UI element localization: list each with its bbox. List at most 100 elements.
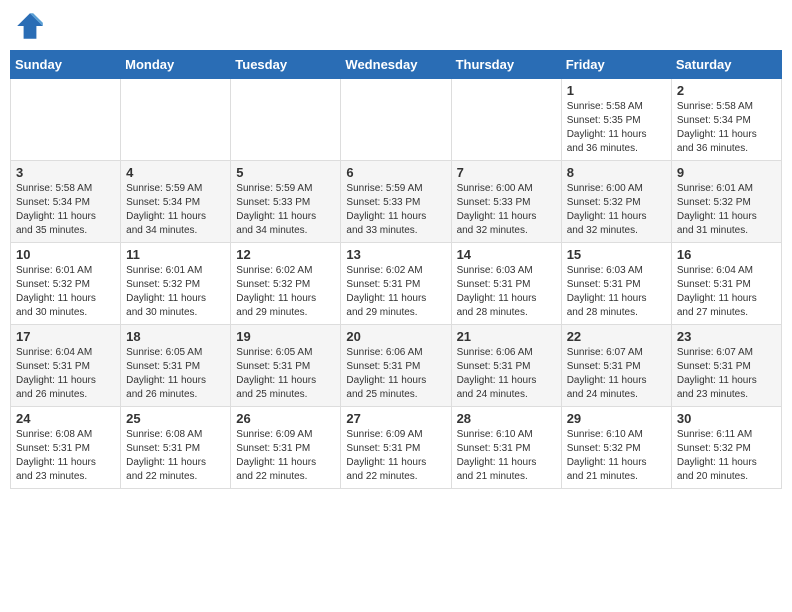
calendar-cell: 9 Sunrise: 6:01 AM Sunset: 5:32 PM Daylig… (671, 161, 781, 243)
calendar-cell: 30 Sunrise: 6:11 AM Sunset: 5:32 PM Dayli… (671, 407, 781, 489)
day-info: Sunrise: 6:01 AM Sunset: 5:32 PM Dayligh… (16, 264, 115, 320)
day-info: Sunrise: 5:58 AM Sunset: 5:34 PM Dayligh… (677, 100, 776, 156)
calendar-cell: 16Sunrise: 6:04 AM Sunset: 5:31 PM Dayli… (671, 243, 781, 325)
calendar-week-row: 10Sunrise: 6:01 AM Sunset: 5:32 PM Dayli… (11, 243, 782, 325)
day-number: 6 (346, 165, 445, 180)
day-number: 16 (677, 247, 776, 262)
weekday-header: Monday (121, 51, 231, 79)
day-info: Sunrise: 6:05 AM Sunset: 5:31 PM Dayligh… (236, 346, 335, 402)
calendar-table: SundayMondayTuesdayWednesdayThursdayFrid… (10, 50, 782, 489)
day-info: Sunrise: 6:07 AM Sunset: 5:31 PM Dayligh… (567, 346, 666, 402)
calendar-cell: 11 Sunrise: 6:01 AM Sunset: 5:32 PM Dayli… (121, 243, 231, 325)
calendar-cell: 21Sunrise: 6:06 AM Sunset: 5:31 PM Dayli… (451, 325, 561, 407)
day-info: Sunrise: 6:10 AM Sunset: 5:31 PM Dayligh… (457, 428, 556, 484)
weekday-header: Saturday (671, 51, 781, 79)
day-info: Sunrise: 6:05 AM Sunset: 5:31 PM Dayligh… (126, 346, 225, 402)
day-info: Sunrise: 5:58 AM Sunset: 5:35 PM Dayligh… (567, 100, 666, 156)
day-number: 29 (567, 411, 666, 426)
calendar-cell: 7Sunrise: 6:00 AM Sunset: 5:33 PM Daylig… (451, 161, 561, 243)
logo (14, 10, 50, 42)
day-info: Sunrise: 5:59 AM Sunset: 5:33 PM Dayligh… (346, 182, 445, 238)
calendar-week-row: 3 Sunrise: 5:58 AM Sunset: 5:34 PM Daylig… (11, 161, 782, 243)
day-number: 30 (677, 411, 776, 426)
weekday-header: Thursday (451, 51, 561, 79)
calendar-cell: 24Sunrise: 6:08 AM Sunset: 5:31 PM Dayli… (11, 407, 121, 489)
day-number: 25 (126, 411, 225, 426)
calendar-header-row: SundayMondayTuesdayWednesdayThursdayFrid… (11, 51, 782, 79)
day-number: 15 (567, 247, 666, 262)
calendar-week-row: 17 Sunrise: 6:04 AM Sunset: 5:31 PM Dayli… (11, 325, 782, 407)
day-info: Sunrise: 6:08 AM Sunset: 5:31 PM Dayligh… (126, 428, 225, 484)
logo-icon (14, 10, 46, 42)
day-number: 14 (457, 247, 556, 262)
day-number: 19 (236, 329, 335, 344)
calendar-cell: 14 Sunrise: 6:03 AM Sunset: 5:31 PM Dayli… (451, 243, 561, 325)
day-number: 13 (346, 247, 445, 262)
day-number: 4 (126, 165, 225, 180)
day-number: 20 (346, 329, 445, 344)
day-number: 3 (16, 165, 115, 180)
day-info: Sunrise: 6:04 AM Sunset: 5:31 PM Dayligh… (16, 346, 115, 402)
day-info: Sunrise: 6:00 AM Sunset: 5:32 PM Dayligh… (567, 182, 666, 238)
day-info: Sunrise: 6:10 AM Sunset: 5:32 PM Dayligh… (567, 428, 666, 484)
day-number: 24 (16, 411, 115, 426)
calendar-cell: 13 Sunrise: 6:02 AM Sunset: 5:31 PM Dayli… (341, 243, 451, 325)
day-info: Sunrise: 6:01 AM Sunset: 5:32 PM Dayligh… (126, 264, 225, 320)
day-number: 27 (346, 411, 445, 426)
calendar-cell: 28 Sunrise: 6:10 AM Sunset: 5:31 PM Dayli… (451, 407, 561, 489)
calendar-cell: 1 Sunrise: 5:58 AM Sunset: 5:35 PM Daylig… (561, 79, 671, 161)
calendar-cell (451, 79, 561, 161)
calendar-cell: 26 Sunrise: 6:09 AM Sunset: 5:31 PM Dayli… (231, 407, 341, 489)
calendar-cell: 18 Sunrise: 6:05 AM Sunset: 5:31 PM Dayli… (121, 325, 231, 407)
calendar-cell (121, 79, 231, 161)
day-number: 1 (567, 83, 666, 98)
day-info: Sunrise: 6:03 AM Sunset: 5:31 PM Dayligh… (457, 264, 556, 320)
calendar-cell: 29 Sunrise: 6:10 AM Sunset: 5:32 PM Dayli… (561, 407, 671, 489)
calendar-cell: 17 Sunrise: 6:04 AM Sunset: 5:31 PM Dayli… (11, 325, 121, 407)
calendar-cell: 22 Sunrise: 6:07 AM Sunset: 5:31 PM Dayli… (561, 325, 671, 407)
day-number: 22 (567, 329, 666, 344)
weekday-header: Sunday (11, 51, 121, 79)
day-info: Sunrise: 6:06 AM Sunset: 5:31 PM Dayligh… (346, 346, 445, 402)
calendar-cell: 23 Sunrise: 6:07 AM Sunset: 5:31 PM Dayli… (671, 325, 781, 407)
calendar-cell: 2 Sunrise: 5:58 AM Sunset: 5:34 PM Daylig… (671, 79, 781, 161)
day-info: Sunrise: 6:09 AM Sunset: 5:31 PM Dayligh… (346, 428, 445, 484)
day-info: Sunrise: 6:02 AM Sunset: 5:32 PM Dayligh… (236, 264, 335, 320)
day-number: 18 (126, 329, 225, 344)
day-number: 9 (677, 165, 776, 180)
day-info: Sunrise: 6:07 AM Sunset: 5:31 PM Dayligh… (677, 346, 776, 402)
day-number: 17 (16, 329, 115, 344)
calendar-cell: 10Sunrise: 6:01 AM Sunset: 5:32 PM Dayli… (11, 243, 121, 325)
calendar-cell: 20 Sunrise: 6:06 AM Sunset: 5:31 PM Dayli… (341, 325, 451, 407)
calendar-cell: 8 Sunrise: 6:00 AM Sunset: 5:32 PM Daylig… (561, 161, 671, 243)
day-number: 8 (567, 165, 666, 180)
calendar-cell: 3 Sunrise: 5:58 AM Sunset: 5:34 PM Daylig… (11, 161, 121, 243)
day-info: Sunrise: 5:58 AM Sunset: 5:34 PM Dayligh… (16, 182, 115, 238)
day-info: Sunrise: 6:03 AM Sunset: 5:31 PM Dayligh… (567, 264, 666, 320)
calendar-cell: 4 Sunrise: 5:59 AM Sunset: 5:34 PM Daylig… (121, 161, 231, 243)
weekday-header: Wednesday (341, 51, 451, 79)
calendar-cell: 19 Sunrise: 6:05 AM Sunset: 5:31 PM Dayli… (231, 325, 341, 407)
day-info: Sunrise: 6:11 AM Sunset: 5:32 PM Dayligh… (677, 428, 776, 484)
calendar-cell: 25 Sunrise: 6:08 AM Sunset: 5:31 PM Dayli… (121, 407, 231, 489)
day-info: Sunrise: 6:02 AM Sunset: 5:31 PM Dayligh… (346, 264, 445, 320)
calendar-week-row: 1 Sunrise: 5:58 AM Sunset: 5:35 PM Daylig… (11, 79, 782, 161)
day-number: 23 (677, 329, 776, 344)
day-number: 7 (457, 165, 556, 180)
day-number: 26 (236, 411, 335, 426)
day-number: 21 (457, 329, 556, 344)
day-number: 2 (677, 83, 776, 98)
day-number: 12 (236, 247, 335, 262)
page-header (10, 10, 782, 42)
day-info: Sunrise: 5:59 AM Sunset: 5:34 PM Dayligh… (126, 182, 225, 238)
calendar-cell: 27 Sunrise: 6:09 AM Sunset: 5:31 PM Dayli… (341, 407, 451, 489)
day-number: 28 (457, 411, 556, 426)
day-info: Sunrise: 6:01 AM Sunset: 5:32 PM Dayligh… (677, 182, 776, 238)
calendar-week-row: 24 Sunrise: 6:08 AM Sunset: 5:31 PM Dayli… (11, 407, 782, 489)
weekday-header: Friday (561, 51, 671, 79)
day-number: 11 (126, 247, 225, 262)
calendar-cell: 12 Sunrise: 6:02 AM Sunset: 5:32 PM Dayli… (231, 243, 341, 325)
day-info: Sunrise: 6:09 AM Sunset: 5:31 PM Dayligh… (236, 428, 335, 484)
calendar-cell: 6 Sunrise: 5:59 AM Sunset: 5:33 PM Daylig… (341, 161, 451, 243)
day-number: 5 (236, 165, 335, 180)
